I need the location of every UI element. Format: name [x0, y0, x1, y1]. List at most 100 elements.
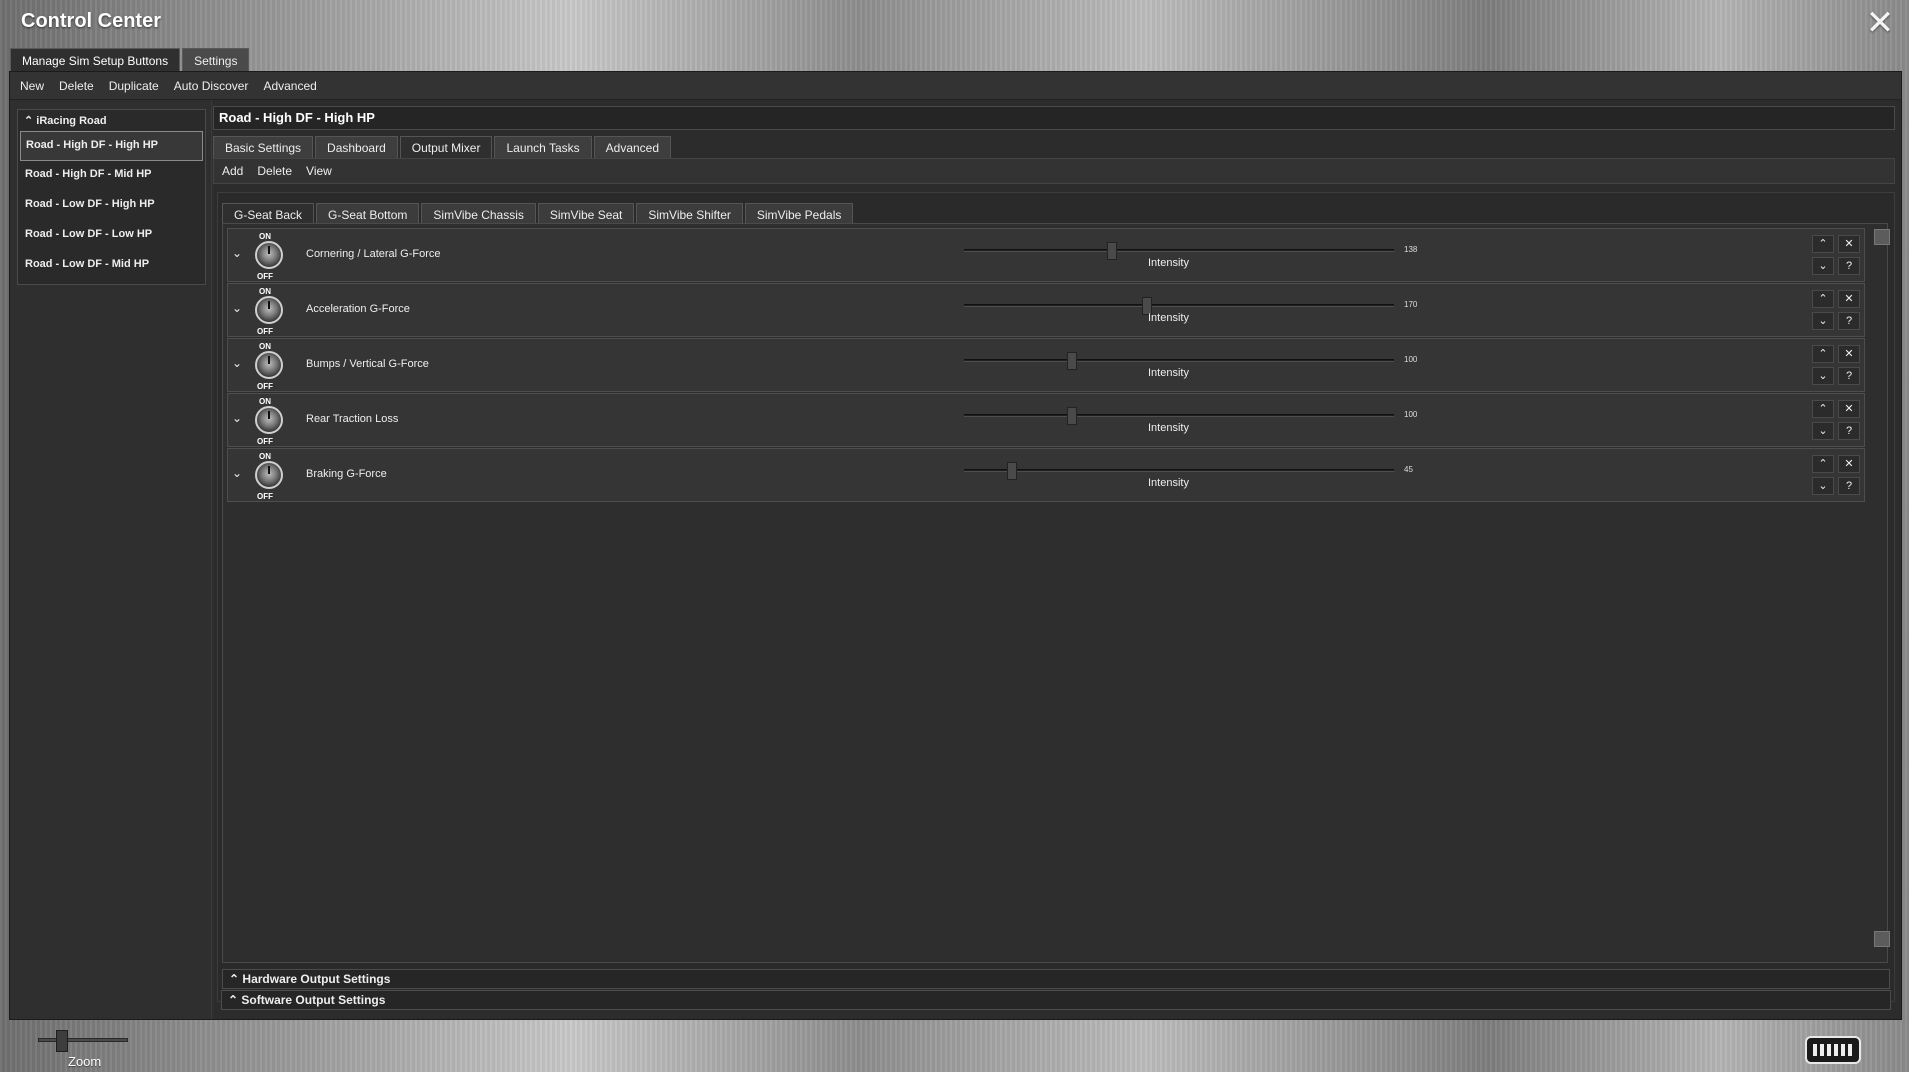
- effect-row: ⌄ ON OFF Braking G-Force 45 Intensity ⌃ …: [227, 448, 1865, 502]
- top-tabs: Manage Sim Setup Buttons Settings: [10, 48, 251, 73]
- submenu-view[interactable]: View: [306, 164, 332, 178]
- sidebar-item-road-low-df-low-hp[interactable]: Road - Low DF - Low HP: [20, 221, 203, 251]
- effect-row: ⌄ ON OFF Bumps / Vertical G-Force 100 In…: [227, 338, 1865, 392]
- hardware-output-settings-header[interactable]: ⌃ Hardware Output Settings: [222, 969, 1890, 989]
- scroll-up-button[interactable]: [1874, 229, 1890, 245]
- menu-advanced[interactable]: Advanced: [263, 79, 316, 93]
- software-output-settings-label: Software Output Settings: [241, 993, 386, 1007]
- effect-row: ⌄ ON OFF Rear Traction Loss 100 Intensit…: [227, 393, 1865, 447]
- help-icon[interactable]: ?: [1838, 312, 1860, 330]
- sidebar-item-road-high-df-mid-hp[interactable]: Road - High DF - Mid HP: [20, 161, 203, 191]
- move-up-icon[interactable]: ⌃: [1812, 345, 1834, 363]
- chevron-down-icon[interactable]: ⌄: [232, 467, 244, 479]
- chevron-down-icon[interactable]: ⌄: [232, 302, 244, 314]
- switch-on-label: ON: [259, 397, 271, 406]
- on-off-knob[interactable]: [255, 241, 283, 269]
- tab-launch-tasks[interactable]: Launch Tasks: [494, 136, 592, 160]
- remove-icon[interactable]: ✕: [1838, 400, 1860, 418]
- submenu-delete[interactable]: Delete: [257, 164, 292, 178]
- content-area: Road - High DF - High HP Basic Settings …: [213, 100, 1901, 1019]
- move-up-icon[interactable]: ⌃: [1812, 235, 1834, 253]
- intensity-slider-track[interactable]: [964, 469, 1394, 472]
- tab-dashboard[interactable]: Dashboard: [315, 136, 398, 160]
- intensity-label: Intensity: [1148, 257, 1189, 269]
- hardware-output-settings-label: Hardware Output Settings: [242, 972, 391, 986]
- tab-advanced[interactable]: Advanced: [593, 136, 672, 160]
- setup-title: Road - High DF - High HP: [213, 106, 1895, 130]
- help-icon[interactable]: ?: [1838, 257, 1860, 275]
- output-mixer-panel: G-Seat Back G-Seat Bottom SimVibe Chassi…: [217, 192, 1895, 1002]
- intensity-value: 100: [1404, 355, 1418, 364]
- sidebar-group-header[interactable]: ⌃ iRacing Road: [18, 110, 205, 131]
- software-output-settings-header[interactable]: ⌃ Software Output Settings: [221, 990, 1891, 1010]
- sidebar-item-road-low-df-mid-hp[interactable]: Road - Low DF - Mid HP: [20, 251, 203, 281]
- move-down-icon[interactable]: ⌄: [1812, 257, 1834, 275]
- intensity-value: 45: [1404, 465, 1413, 474]
- setup-tabs: Basic Settings Dashboard Output Mixer La…: [213, 136, 673, 160]
- remove-icon[interactable]: ✕: [1838, 290, 1860, 308]
- move-up-icon[interactable]: ⌃: [1812, 455, 1834, 473]
- help-icon[interactable]: ?: [1838, 422, 1860, 440]
- intensity-label: Intensity: [1148, 367, 1189, 379]
- chevron-down-icon[interactable]: ⌄: [232, 357, 244, 369]
- intensity-slider-thumb[interactable]: [1107, 242, 1118, 260]
- intensity-slider-track[interactable]: [964, 359, 1394, 362]
- on-off-knob[interactable]: [255, 406, 283, 434]
- zoom-label: Zoom: [68, 1054, 102, 1069]
- move-down-icon[interactable]: ⌄: [1812, 422, 1834, 440]
- keyboard-icon[interactable]: [1805, 1036, 1861, 1064]
- on-off-knob[interactable]: [255, 296, 283, 324]
- remove-icon[interactable]: ✕: [1838, 345, 1860, 363]
- effect-name: Rear Traction Loss: [306, 413, 399, 425]
- chevron-down-icon[interactable]: ⌄: [232, 412, 244, 424]
- move-down-icon[interactable]: ⌄: [1812, 367, 1834, 385]
- menu-auto-discover[interactable]: Auto Discover: [174, 79, 249, 93]
- scroll-down-button[interactable]: [1874, 931, 1890, 947]
- switch-off-label: OFF: [257, 272, 273, 281]
- move-up-icon[interactable]: ⌃: [1812, 400, 1834, 418]
- switch-off-label: OFF: [257, 382, 273, 391]
- switch-on-label: ON: [259, 232, 271, 241]
- intensity-value: 100: [1404, 410, 1418, 419]
- on-off-knob[interactable]: [255, 351, 283, 379]
- remove-icon[interactable]: ✕: [1838, 455, 1860, 473]
- intensity-slider-track[interactable]: [964, 414, 1394, 417]
- intensity-slider-track[interactable]: [964, 249, 1394, 252]
- sidebar-item-road-low-df-high-hp[interactable]: Road - Low DF - High HP: [20, 191, 203, 221]
- zoom-control: Zoom: [38, 1030, 134, 1070]
- app-title: Control Center: [21, 10, 161, 32]
- menu-duplicate[interactable]: Duplicate: [109, 79, 159, 93]
- close-icon[interactable]: ✕: [1865, 6, 1895, 40]
- move-up-icon[interactable]: ⌃: [1812, 290, 1834, 308]
- intensity-slider-thumb[interactable]: [1066, 352, 1077, 370]
- menu-new[interactable]: New: [20, 79, 44, 93]
- effect-name: Braking G-Force: [306, 468, 387, 480]
- chevron-up-icon: ⌃: [24, 115, 34, 127]
- tab-basic-settings[interactable]: Basic Settings: [213, 136, 314, 160]
- intensity-slider-track[interactable]: [964, 304, 1394, 307]
- help-icon[interactable]: ?: [1838, 477, 1860, 495]
- move-down-icon[interactable]: ⌄: [1812, 477, 1834, 495]
- intensity-slider-thumb[interactable]: [1066, 407, 1077, 425]
- switch-on-label: ON: [259, 452, 271, 461]
- menu-delete[interactable]: Delete: [59, 79, 94, 93]
- intensity-label: Intensity: [1148, 312, 1189, 324]
- zoom-slider-thumb[interactable]: [56, 1030, 68, 1052]
- sidebar-item-road-high-df-high-hp[interactable]: Road - High DF - High HP: [20, 131, 203, 161]
- switch-on-label: ON: [259, 287, 271, 296]
- chevron-up-icon: ⌃: [228, 993, 239, 1007]
- mixer-submenu: Add Delete View: [213, 158, 1895, 184]
- remove-icon[interactable]: ✕: [1838, 235, 1860, 253]
- move-down-icon[interactable]: ⌄: [1812, 312, 1834, 330]
- help-icon[interactable]: ?: [1838, 367, 1860, 385]
- tab-output-mixer[interactable]: Output Mixer: [399, 136, 493, 160]
- submenu-add[interactable]: Add: [222, 164, 243, 178]
- tab-settings[interactable]: Settings: [182, 48, 250, 73]
- chevron-down-icon[interactable]: ⌄: [232, 247, 244, 259]
- setup-list: ⌃ iRacing Road Road - High DF - High HP …: [17, 109, 206, 285]
- tab-manage-sim-setup-buttons[interactable]: Manage Sim Setup Buttons: [10, 48, 181, 73]
- on-off-knob[interactable]: [255, 461, 283, 489]
- zoom-slider-track[interactable]: [38, 1038, 128, 1042]
- intensity-slider-thumb[interactable]: [1007, 462, 1018, 480]
- intensity-value: 170: [1404, 300, 1418, 309]
